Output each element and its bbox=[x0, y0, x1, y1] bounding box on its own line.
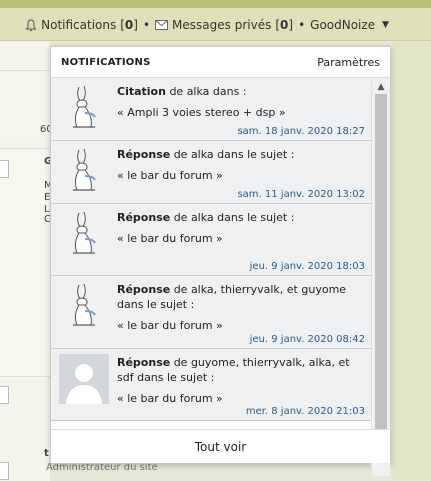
messages-label: Messages privés bbox=[172, 18, 272, 32]
notification-subject: « le bar du forum » bbox=[117, 319, 223, 332]
notification-subject: « Ampli 3 voies stereo + dsp » bbox=[117, 106, 286, 119]
notifications-label: Notifications bbox=[41, 18, 117, 32]
scrollbar-thumb[interactable] bbox=[375, 94, 387, 444]
username: GoodNoize bbox=[310, 18, 376, 32]
settings-link[interactable]: Paramètres bbox=[317, 56, 380, 69]
notification-title: Réponse de alka, thierryvalk, et guyome … bbox=[117, 283, 347, 311]
notification-title: Réponse de alka dans le sujet : bbox=[117, 211, 295, 224]
notification-time: sam. 11 janv. 2020 13:02 bbox=[237, 189, 365, 200]
top-bar: Notifications [0] • Messages privés [0] … bbox=[0, 0, 431, 41]
page-checkbox[interactable] bbox=[0, 462, 9, 480]
rabbit-avatar-icon bbox=[59, 209, 109, 259]
dropdown-title: NOTIFICATIONS bbox=[61, 56, 151, 68]
notification-time: jeu. 9 janv. 2020 18:03 bbox=[249, 261, 365, 272]
page-fragment: t bbox=[44, 448, 49, 459]
notification-item[interactable]: Citation de alka dans : « Ampli 3 voies … bbox=[51, 78, 371, 141]
envelope-icon bbox=[155, 20, 169, 30]
scroll-up-icon[interactable]: ▲ bbox=[372, 80, 390, 94]
page-background-right bbox=[392, 41, 431, 480]
page-checkbox[interactable] bbox=[0, 160, 9, 178]
see-all-label: Tout voir bbox=[194, 439, 247, 454]
caret-down-icon: ▼ bbox=[382, 20, 389, 30]
notification-subject: « le bar du forum » bbox=[117, 169, 223, 182]
notification-item[interactable]: Réponse de alka, thierryvalk, et guyome … bbox=[51, 276, 371, 349]
notification-title: Réponse de guyome, thierryvalk, alka, et… bbox=[117, 356, 350, 384]
messages-count: [0] bbox=[275, 18, 294, 32]
notifications-link[interactable]: Notifications [0] bbox=[25, 18, 138, 32]
bell-icon bbox=[25, 18, 37, 31]
header-strip bbox=[0, 0, 431, 8]
notification-title: Citation de alka dans : bbox=[117, 85, 247, 98]
notification-time: mer. 8 janv. 2020 21:03 bbox=[245, 406, 365, 417]
notification-time: jeu. 9 janv. 2020 08:42 bbox=[249, 334, 365, 345]
notifications-count: [0] bbox=[120, 18, 138, 32]
page-checkbox[interactable] bbox=[0, 386, 9, 404]
notification-time: sam. 18 janv. 2020 18:27 bbox=[237, 126, 365, 137]
rabbit-avatar-icon bbox=[59, 83, 109, 133]
notification-title: Réponse de alka dans le sujet : bbox=[117, 148, 295, 161]
nav-separator: • bbox=[298, 18, 306, 32]
notification-list: Citation de alka dans : « Ampli 3 voies … bbox=[51, 78, 371, 476]
notification-item[interactable]: Réponse de alka dans le sujet : « le bar… bbox=[51, 204, 371, 276]
notifications-dropdown: NOTIFICATIONS Paramètres Citation de alk… bbox=[50, 46, 391, 476]
see-all-link[interactable]: Tout voir bbox=[51, 429, 390, 463]
notification-scrollbar[interactable]: ▲ ▼ bbox=[371, 78, 390, 476]
nav-separator: • bbox=[142, 18, 151, 32]
page-section bbox=[0, 148, 50, 377]
rabbit-avatar-icon bbox=[59, 281, 109, 331]
user-nav: Notifications [0] • Messages privés [0] … bbox=[25, 18, 389, 32]
default-user-avatar-icon bbox=[59, 354, 109, 404]
notification-subject: « le bar du forum » bbox=[117, 232, 223, 245]
notification-item[interactable]: Réponse de alka dans le sujet : « le bar… bbox=[51, 141, 371, 204]
notification-subject: « le bar du forum » bbox=[117, 392, 223, 405]
dropdown-header: NOTIFICATIONS Paramètres bbox=[51, 47, 390, 78]
user-menu[interactable]: GoodNoize ▼ bbox=[310, 18, 389, 32]
rabbit-avatar-icon bbox=[59, 146, 109, 196]
messages-link[interactable]: Messages privés [0] bbox=[155, 18, 293, 32]
notification-item[interactable]: Réponse de guyome, thierryvalk, alka, et… bbox=[51, 349, 371, 421]
